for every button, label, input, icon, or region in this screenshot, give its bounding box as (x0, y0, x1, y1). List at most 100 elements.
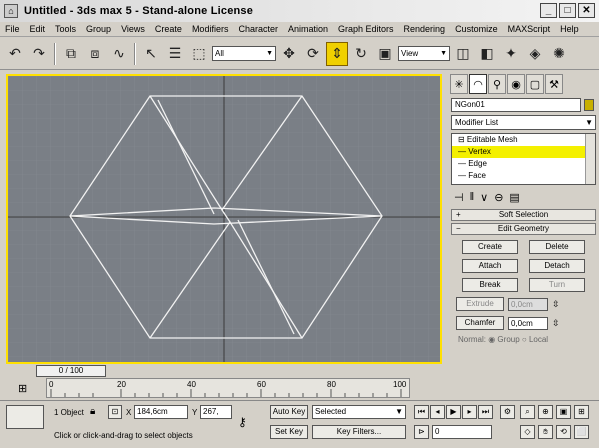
zoom-all-icon[interactable]: ⊕ (538, 405, 553, 419)
pivot-center-icon[interactable]: ◫ (452, 42, 474, 66)
current-frame-field[interactable]: 0 (432, 425, 492, 439)
normal-radio-group[interactable]: Normal: ◉ Group ○ Local (458, 335, 589, 344)
attach-button[interactable]: Attach (462, 259, 518, 273)
chamfer-amount-field[interactable]: 0,0cm (508, 316, 548, 330)
y-coordinate-field[interactable]: 267, (200, 405, 232, 419)
make-unique-icon[interactable]: ∨ (480, 191, 488, 204)
motion-tab-icon[interactable]: ◉ (507, 74, 525, 94)
create-button[interactable]: Create (462, 240, 518, 254)
edit-geometry-rollout[interactable]: − Edit Geometry (451, 223, 596, 235)
bind-space-warp-icon[interactable]: ∿ (108, 42, 130, 66)
menu-views[interactable]: Views (116, 24, 150, 34)
delete-button[interactable]: Delete (529, 240, 585, 254)
menu-file[interactable]: File (0, 24, 25, 34)
reference-coordinate-dropdown[interactable]: View ▼ (398, 46, 450, 61)
utilities-tab-icon[interactable]: ⚒ (545, 74, 563, 94)
menu-modifiers[interactable]: Modifiers (187, 24, 234, 34)
create-tab-icon[interactable]: ✳ (450, 74, 468, 94)
menu-rendering[interactable]: Rendering (399, 24, 451, 34)
redo-icon[interactable]: ↷ (28, 42, 50, 66)
extrude-button[interactable]: Extrude (456, 297, 504, 311)
select-scale-icon[interactable]: ⇕ (326, 41, 348, 66)
maximize-button[interactable]: □ (559, 3, 576, 18)
next-frame-icon[interactable]: ▸ (462, 405, 477, 419)
go-to-end-icon[interactable]: ⏭ (478, 405, 493, 419)
key-mode-dropdown[interactable]: Selected ▼ (312, 405, 406, 419)
stack-item-edge[interactable]: — Edge (452, 158, 595, 170)
show-end-result-icon[interactable]: ‖ (470, 191, 475, 203)
field-of-view-icon[interactable]: ◇ (520, 425, 535, 439)
spinner-icon[interactable]: ⇳ (552, 318, 560, 329)
stack-item-face[interactable]: — Face (452, 170, 595, 182)
menu-customize[interactable]: Customize (450, 24, 503, 34)
undo-icon[interactable]: ↶ (4, 42, 26, 66)
menu-character[interactable]: Character (233, 24, 283, 34)
time-configuration-icon[interactable]: ⚙ (500, 405, 515, 419)
track-bar[interactable]: 0 20 40 60 80 100 (46, 378, 410, 398)
modifier-list-dropdown[interactable]: Modifier List ▼ (451, 115, 596, 130)
selection-filter-dropdown[interactable]: All ▼ (212, 46, 276, 61)
align-icon[interactable]: ✦ (500, 42, 522, 66)
zoom-extents-icon[interactable]: ▣ (556, 405, 571, 419)
close-button[interactable]: ✕ (578, 3, 595, 18)
select-rotate-icon[interactable]: ⟳ (302, 42, 324, 66)
auto-key-button[interactable]: Auto Key (270, 405, 308, 419)
hierarchy-tab-icon[interactable]: ⚲ (488, 74, 506, 94)
soft-selection-rollout[interactable]: + Soft Selection (451, 209, 596, 221)
scale-icon[interactable]: ▣ (374, 42, 396, 66)
rotate-icon[interactable]: ↻ (350, 42, 372, 66)
quick-render-icon[interactable]: ✺ (548, 42, 570, 66)
zoom-extents-all-icon[interactable]: ⊞ (574, 405, 589, 419)
break-button[interactable]: Break (462, 278, 518, 292)
menu-graph-editors[interactable]: Graph Editors (333, 24, 399, 34)
front-viewport[interactable] (6, 74, 442, 364)
select-move-icon[interactable]: ✥ (278, 42, 300, 66)
stack-item-editable-mesh[interactable]: ⊟ Editable Mesh (452, 134, 595, 146)
previous-frame-icon[interactable]: ◂ (430, 405, 445, 419)
menu-animation[interactable]: Animation (283, 24, 333, 34)
stack-item-vertex[interactable]: — Vertex (452, 146, 595, 158)
spinner-icon[interactable]: ⇳ (552, 299, 560, 310)
menu-maxscript[interactable]: MAXScript (503, 24, 556, 34)
chamfer-button[interactable]: Chamfer (456, 316, 504, 330)
menu-tools[interactable]: Tools (50, 24, 81, 34)
menu-group[interactable]: Group (81, 24, 116, 34)
render-scene-icon[interactable]: ◈ (524, 42, 546, 66)
play-icon[interactable]: ▶ (446, 405, 461, 419)
menu-create[interactable]: Create (150, 24, 187, 34)
key-filters-button[interactable]: Key Filters... (312, 425, 406, 439)
app-icon[interactable]: ⌂ (4, 4, 18, 18)
modify-tab-icon[interactable]: ◠ (469, 74, 487, 94)
pan-icon[interactable]: ✋︎ (538, 425, 553, 439)
mini-curve-editor-icon[interactable]: ⊞ (18, 382, 27, 395)
key-mode-toggle-icon[interactable]: ⊳ (414, 425, 429, 439)
maximize-viewport-icon[interactable]: ⬜ (574, 425, 589, 439)
lock-icon[interactable]: 🔒︎ (90, 406, 95, 417)
menu-help[interactable]: Help (555, 24, 584, 34)
absolute-mode-icon[interactable]: ⊡ (108, 405, 122, 419)
selection-region-icon[interactable]: ⬚ (188, 42, 210, 66)
configure-modifier-sets-icon[interactable]: ▤ (509, 191, 519, 204)
select-by-name-icon[interactable]: ☰ (164, 42, 186, 66)
turn-button[interactable]: Turn (529, 278, 585, 292)
object-color-swatch[interactable] (584, 99, 594, 111)
maxscript-listener[interactable] (6, 405, 44, 429)
menu-edit[interactable]: Edit (25, 24, 51, 34)
set-key-icon[interactable]: ⚷ (238, 415, 247, 429)
minimize-button[interactable]: _ (540, 3, 557, 18)
go-to-start-icon[interactable]: ⏮ (414, 405, 429, 419)
mirror-icon[interactable]: ◧ (476, 42, 498, 66)
arc-rotate-icon[interactable]: ⟲ (556, 425, 571, 439)
object-name-field[interactable]: NGon01 (451, 98, 594, 112)
display-tab-icon[interactable]: ▢ (526, 74, 544, 94)
select-object-icon[interactable]: ↖ (140, 42, 162, 66)
extrude-amount-field[interactable]: 0,0cm (508, 297, 548, 311)
unlink-icon[interactable]: ⧈ (84, 42, 106, 66)
pin-stack-icon[interactable]: ⊣ (454, 191, 464, 204)
zoom-icon[interactable]: ⌕ (520, 405, 535, 419)
remove-modifier-icon[interactable]: ⊖ (494, 191, 503, 204)
time-slider[interactable]: 0 / 100 (36, 365, 106, 377)
select-link-icon[interactable]: ⧉ (60, 42, 82, 66)
x-coordinate-field[interactable]: 184,6cm (134, 405, 188, 419)
set-key-button[interactable]: Set Key (270, 425, 308, 439)
